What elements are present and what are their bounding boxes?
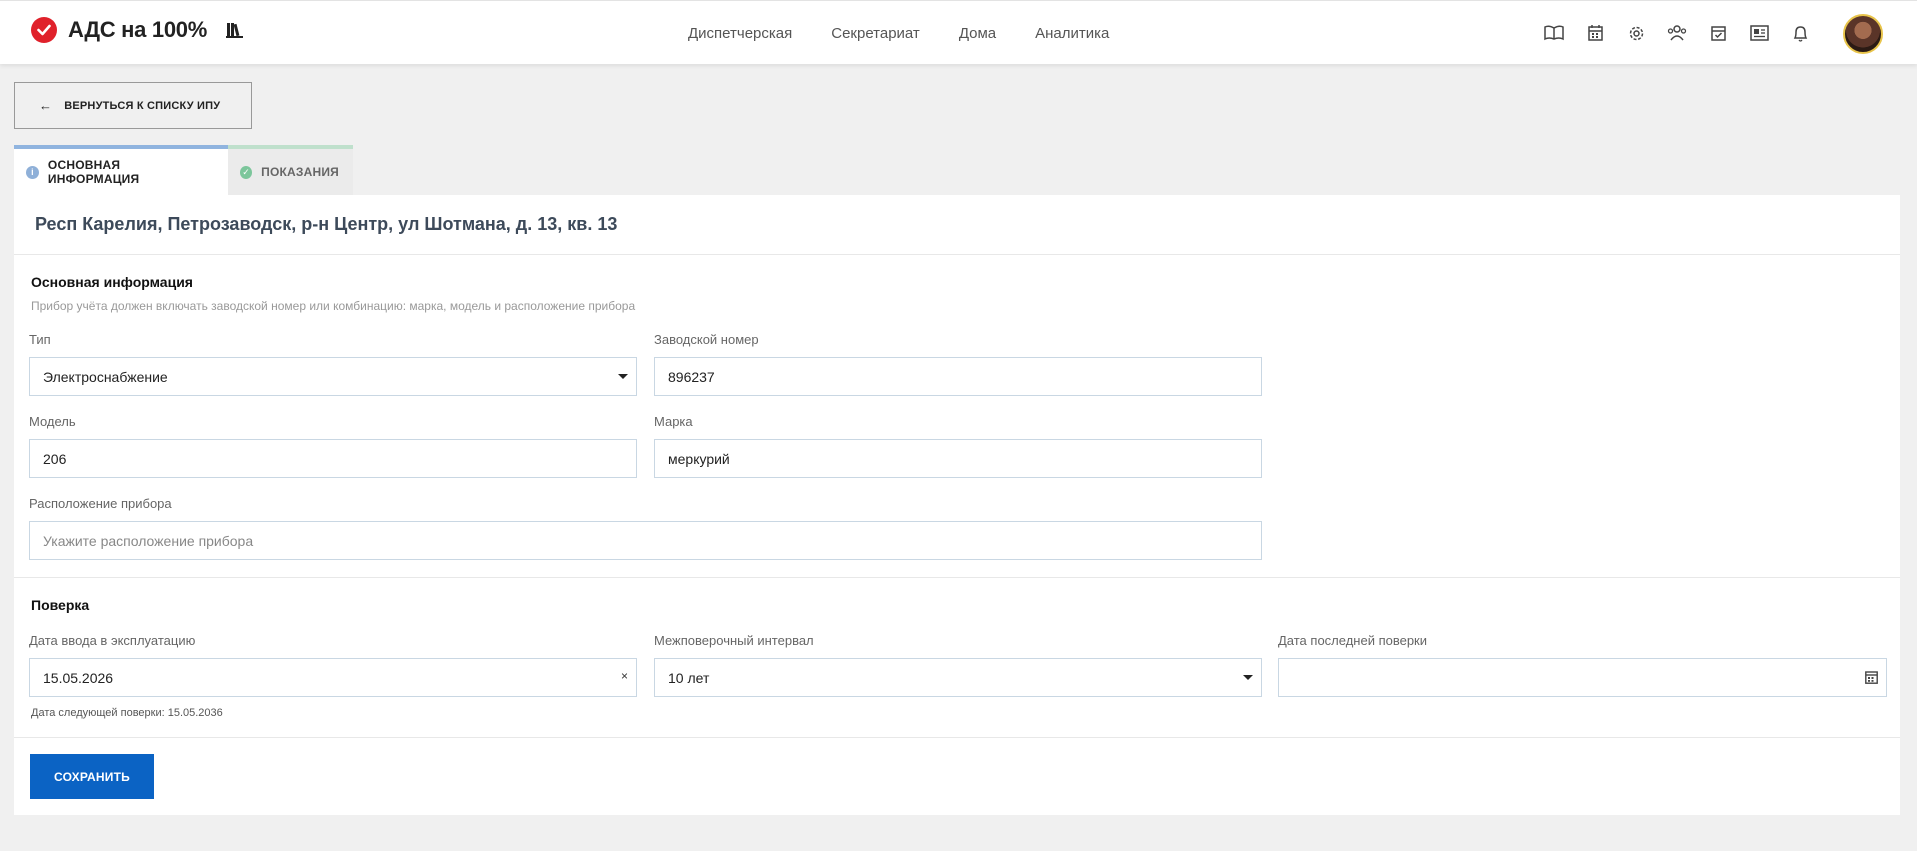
info-icon: i <box>26 165 39 179</box>
tabs: i ОСНОВНАЯ ИНФОРМАЦИЯ ✓ ПОКАЗАНИЯ <box>14 145 353 195</box>
app-logo[interactable]: АДС на 100% <box>31 17 244 43</box>
calendar-icon[interactable] <box>1865 670 1878 687</box>
commission-date-label: Дата ввода в эксплуатацию <box>29 633 196 648</box>
brand-input[interactable]: меркурий <box>654 439 1262 478</box>
divider <box>14 577 1900 578</box>
top-bar: АДС на 100% Диспетчерская Секретариат До… <box>0 0 1917 64</box>
arrow-left-icon: ← <box>39 98 53 113</box>
model-input[interactable]: 206 <box>29 439 637 478</box>
app-title: АДС на 100% <box>68 17 207 42</box>
users-icon[interactable] <box>1667 23 1687 43</box>
nav-item-secretariat[interactable]: Секретариат <box>831 25 920 42</box>
caret-down-icon <box>1243 675 1253 680</box>
nav-item-houses[interactable]: Дома <box>959 25 996 42</box>
main-nav: Диспетчерская Секретариат Дома Аналитика <box>688 25 1148 42</box>
caret-down-icon <box>618 374 628 379</box>
verification-title: Поверка <box>31 597 90 613</box>
books-icon[interactable] <box>225 21 244 39</box>
back-to-list-button[interactable]: ← ВЕРНУТЬСЯ К СПИСКУ ИПУ <box>14 82 252 129</box>
type-label: Тип <box>29 332 51 347</box>
nav-item-dispatch[interactable]: Диспетчерская <box>688 25 792 42</box>
main-info-title: Основная информация <box>31 274 193 290</box>
last-check-input[interactable] <box>1278 658 1887 697</box>
calendar-grid-icon[interactable] <box>1585 23 1605 43</box>
bell-icon[interactable] <box>1790 23 1810 43</box>
next-check-date: Дата следующей поверки: 15.05.2036 <box>31 707 223 719</box>
serial-input-value: 896237 <box>668 368 715 385</box>
last-check-label: Дата последней поверки <box>1278 633 1428 648</box>
interval-select[interactable]: 10 лет <box>654 658 1262 697</box>
tab-main-info[interactable]: i ОСНОВНАЯ ИНФОРМАЦИЯ <box>14 145 228 195</box>
location-placeholder: Укажите расположение прибора <box>43 532 254 549</box>
nav-item-analytics[interactable]: Аналитика <box>1035 25 1109 42</box>
location-label: Расположение прибора <box>29 496 172 511</box>
check-badge-icon <box>31 17 57 43</box>
meter-form-panel: Респ Карелия, Петрозаводск, р-н Центр, у… <box>14 195 1900 815</box>
serial-label: Заводской номер <box>654 332 759 347</box>
calendar-check-icon[interactable] <box>1708 23 1728 43</box>
serial-input[interactable]: 896237 <box>654 357 1262 396</box>
avatar[interactable] <box>1843 14 1883 54</box>
interval-select-value: 10 лет <box>668 669 710 686</box>
tab-readings[interactable]: ✓ ПОКАЗАНИЯ <box>228 145 353 195</box>
commission-date-input[interactable]: 15.05.2026 × <box>29 658 637 697</box>
divider <box>14 254 1900 255</box>
main-info-hint: Прибор учёта должен включать заводской н… <box>31 299 636 313</box>
clear-icon[interactable]: × <box>621 669 628 683</box>
toolbar-icons <box>1544 23 1831 43</box>
interval-label: Межповерочный интервал <box>654 633 814 648</box>
commission-date-value: 15.05.2026 <box>43 669 114 686</box>
divider <box>14 737 1900 738</box>
book-open-icon[interactable] <box>1544 23 1564 43</box>
type-select[interactable]: Электроснабжение <box>29 357 637 396</box>
gear-icon[interactable] <box>1626 23 1646 43</box>
model-input-value: 206 <box>43 450 67 467</box>
brand-input-value: меркурий <box>668 450 730 467</box>
page-title: Респ Карелия, Петрозаводск, р-н Центр, у… <box>35 214 618 234</box>
location-input[interactable]: Укажите расположение прибора <box>29 521 1262 560</box>
model-label: Модель <box>29 414 76 429</box>
newspaper-icon[interactable] <box>1749 23 1769 43</box>
tab-main-info-label: ОСНОВНАЯ ИНФОРМАЦИЯ <box>47 158 140 186</box>
brand-label: Марка <box>654 414 693 429</box>
check-circle-icon: ✓ <box>240 165 253 179</box>
back-to-list-label: ВЕРНУТЬСЯ К СПИСКУ ИПУ <box>64 99 221 112</box>
save-button[interactable]: СОХРАНИТЬ <box>30 754 154 799</box>
type-select-value: Электроснабжение <box>43 368 168 385</box>
tab-readings-label: ПОКАЗАНИЯ <box>261 165 339 179</box>
